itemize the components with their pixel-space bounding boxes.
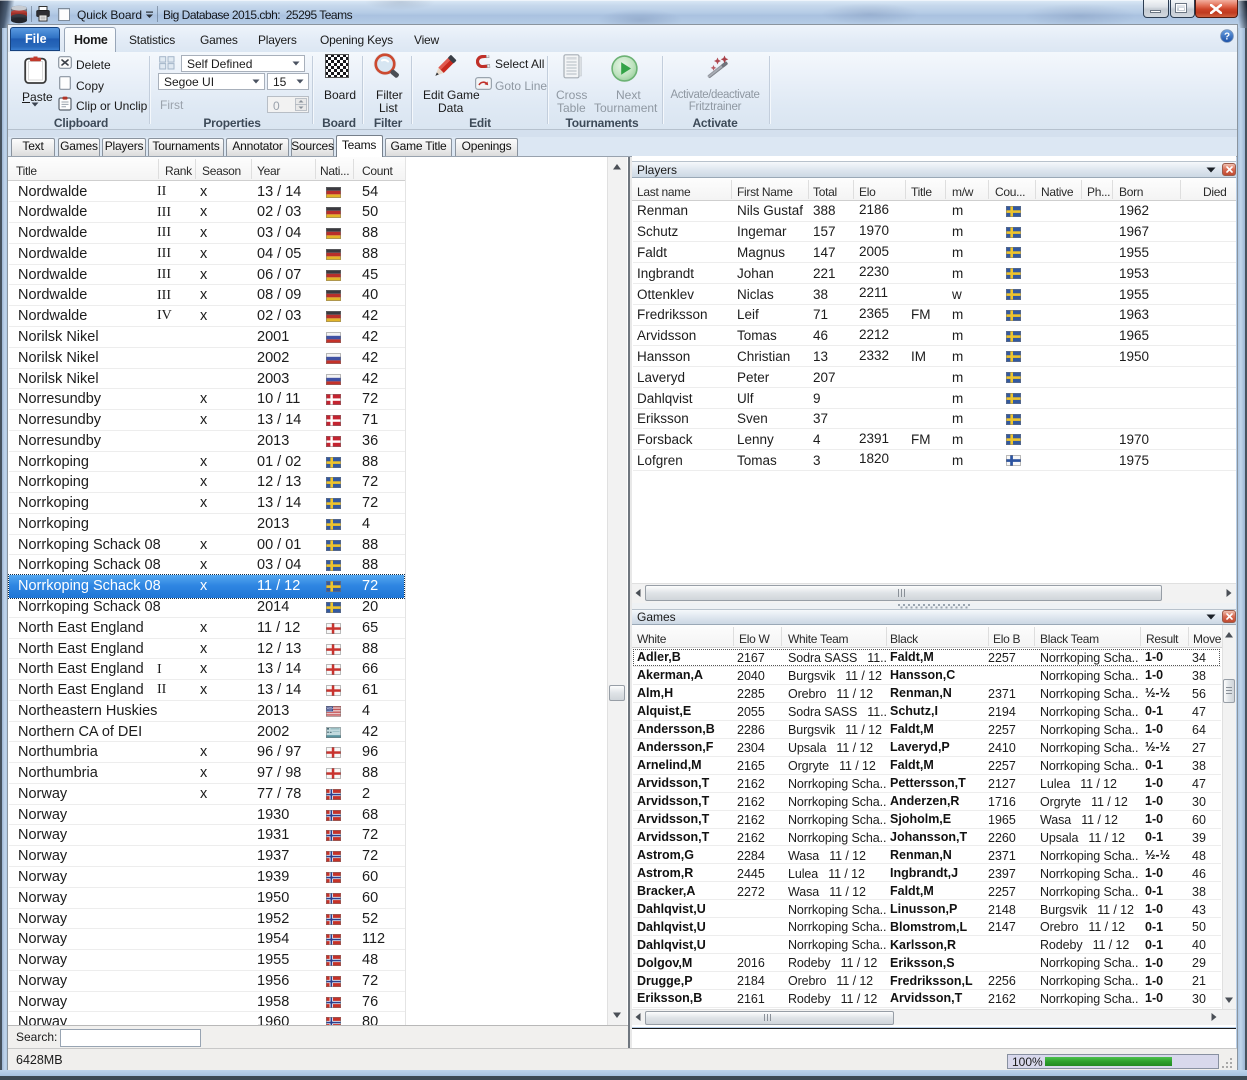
svg-text:?: ? [1224,32,1230,43]
